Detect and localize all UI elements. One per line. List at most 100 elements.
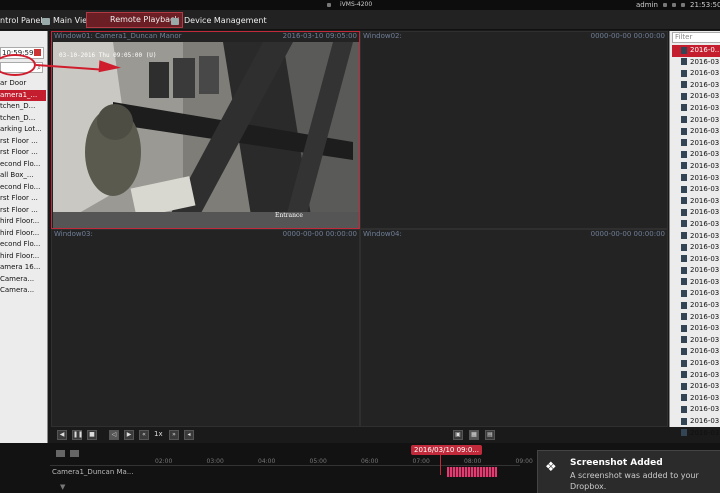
camera-item[interactable]: amera1_... <box>0 89 46 101</box>
camera-item[interactable]: rst Floor ... <box>0 136 46 148</box>
file-icon <box>681 92 687 100</box>
timeline-list-icon[interactable] <box>56 450 65 457</box>
filter-icon[interactable]: ▼ <box>60 483 65 491</box>
menu-control-panel[interactable]: ntrol Panel <box>0 14 43 28</box>
camera-item[interactable]: amera 16... <box>0 262 46 274</box>
record-item[interactable]: 2016-03 <box>672 300 720 312</box>
stop-icon[interactable]: ■ <box>87 430 97 440</box>
record-item[interactable]: 2016-03 <box>672 254 720 266</box>
timeline-grid-icon[interactable] <box>70 450 79 457</box>
pause-icon[interactable]: ❚❚ <box>72 430 83 440</box>
record-item[interactable]: 2016-03 <box>672 173 720 185</box>
camera-item[interactable]: econd Flo... <box>0 159 46 171</box>
record-item[interactable]: 2016-03 <box>672 428 720 440</box>
record-label: 2016-03 <box>690 277 720 286</box>
record-item[interactable]: 2016-03 <box>672 103 720 115</box>
window-3[interactable]: Window03: 0000-00-00 00:00:00 <box>51 229 360 427</box>
camera-item[interactable]: hird Floor... <box>0 228 46 240</box>
settings-icon[interactable] <box>681 3 685 7</box>
reverse-play-icon[interactable]: ◀ <box>57 430 67 440</box>
file-icon <box>681 232 687 239</box>
camera-item[interactable]: hird Floor... <box>0 251 46 263</box>
record-label: 2016-03 <box>690 219 720 228</box>
camera-item[interactable]: arking Lot... <box>0 124 46 136</box>
frame-back-icon[interactable]: ◁ <box>109 430 119 440</box>
menu-device-management[interactable]: Device Management <box>184 14 267 28</box>
camera-item[interactable]: rst Floor ... <box>0 205 46 217</box>
record-label: 2016-03 <box>690 428 720 437</box>
calendar-icon[interactable] <box>34 49 41 56</box>
fast-icon[interactable]: » <box>169 430 179 440</box>
record-item[interactable]: 2016-03 <box>672 346 720 358</box>
camera-item[interactable]: econd Flo... <box>0 182 46 194</box>
record-item[interactable]: 2016-03 <box>672 196 720 208</box>
window-2[interactable]: Window02: 0000-00-00 00:00:00 <box>360 31 668 229</box>
window-time: 2016-03-10 09:05:00 <box>282 32 357 40</box>
layout-icon[interactable]: ▦ <box>469 430 479 440</box>
record-label: 2016-03 <box>690 254 720 263</box>
record-item[interactable]: 2016-03 <box>672 265 720 277</box>
record-item[interactable]: 2016-03 <box>672 335 720 347</box>
capture-icon[interactable]: ▣ <box>453 430 463 440</box>
record-item[interactable]: 2016-03 <box>672 161 720 173</box>
record-item[interactable]: 2016-03 <box>672 393 720 405</box>
camera-item[interactable]: tchen_D... <box>0 113 46 125</box>
record-item[interactable]: 2016-03 <box>672 358 720 370</box>
record-item[interactable]: 2016-03 <box>672 80 720 92</box>
timeline-marker[interactable] <box>440 455 441 475</box>
record-item[interactable]: 2016-03 <box>672 312 720 324</box>
record-item[interactable]: 2016-03 <box>672 416 720 428</box>
record-item[interactable]: 2016-03 <box>672 242 720 254</box>
record-item[interactable]: 2016-03 <box>672 68 720 80</box>
volume-icon[interactable]: ◂ <box>184 430 194 440</box>
minimize-icon[interactable] <box>663 3 667 7</box>
window-time: 0000-00-00 00:00:00 <box>590 230 665 238</box>
record-item[interactable]: 2016-03 <box>672 91 720 103</box>
fullscreen-icon[interactable]: ▤ <box>485 430 495 440</box>
record-filter-input[interactable]: Filter <box>672 32 720 43</box>
screenshot-toast[interactable]: ❖ Screenshot Added A screenshot was adde… <box>537 450 720 493</box>
record-item[interactable]: 2016-03 <box>672 381 720 393</box>
frame-forward-icon[interactable]: ▶ <box>124 430 134 440</box>
record-item[interactable]: 2016-03 <box>672 219 720 231</box>
user-name[interactable]: admin <box>636 1 658 9</box>
record-item[interactable]: 2016-03 <box>672 138 720 150</box>
record-item[interactable]: 2016-03 <box>672 126 720 138</box>
record-item[interactable]: 2016-03 <box>672 184 720 196</box>
record-item[interactable]: 2016-03 <box>672 231 720 243</box>
record-item[interactable]: 2016-0... <box>672 45 720 57</box>
record-label: 2016-03 <box>690 150 720 159</box>
camera-item[interactable]: rst Floor ... <box>0 147 46 159</box>
window-1[interactable]: Window01: Camera1_Duncan Manor 2016-03-1… <box>51 31 360 229</box>
lock-icon[interactable] <box>672 3 676 7</box>
record-item[interactable]: 2016-03 <box>672 57 720 69</box>
recording-segments[interactable] <box>447 467 497 477</box>
camera-item[interactable]: tchen_D... <box>0 101 46 113</box>
record-item[interactable]: 2016-03 <box>672 404 720 416</box>
menu-remote-playback[interactable]: Remote Playback <box>86 12 184 28</box>
timeline-track[interactable] <box>50 465 520 466</box>
record-item[interactable]: 2016-03 <box>672 370 720 382</box>
camera-item[interactable]: Camera... <box>0 274 46 286</box>
app-root: iVMS-4200 admin 21:53:50 ntrol Panel Mai… <box>0 0 720 493</box>
timeline-current: 2016/03/10 09:0... <box>411 445 482 455</box>
camera-item[interactable]: rst Floor ... <box>0 193 46 205</box>
camera-item[interactable]: all Box_... <box>0 170 46 182</box>
camera-list: ar Door amera1_... tchen_D... tchen_D... ark… <box>0 78 46 297</box>
camera-item[interactable]: Camera... <box>0 285 46 297</box>
slow-icon[interactable]: « <box>139 430 149 440</box>
record-item[interactable]: 2016-03 <box>672 277 720 289</box>
record-item[interactable]: 2016-03 <box>672 115 720 127</box>
record-item[interactable]: 2016-03 <box>672 288 720 300</box>
record-item[interactable]: 2016-03 <box>672 149 720 161</box>
record-label: 2016-03 <box>690 405 720 414</box>
camera-item[interactable]: econd Flo... <box>0 239 46 251</box>
camera-item[interactable]: hird Floor... <box>0 216 46 228</box>
record-item[interactable]: 2016-03 <box>672 207 720 219</box>
file-icon <box>681 324 687 332</box>
file-icon <box>681 266 687 274</box>
window-4[interactable]: Window04: 0000-00-00 00:00:00 <box>360 229 668 427</box>
playback-toolbar: ◀ ❚❚ ■ ◁ ▶ « 1x » ◂ ▣ ▦ ▤ <box>51 427 668 443</box>
record-item[interactable]: 2016-03 <box>672 323 720 335</box>
camera-item[interactable]: ar Door <box>0 78 46 90</box>
